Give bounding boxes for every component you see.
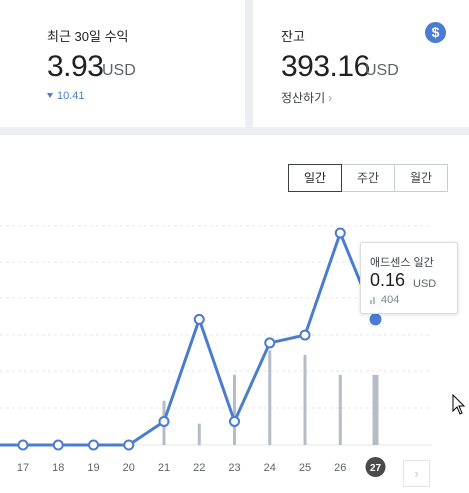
payout-link[interactable]: 정산하기 › [281, 89, 332, 106]
earnings-delta-value: 10.41 [57, 90, 85, 102]
tab-monthly[interactable]: 월간 [394, 164, 448, 192]
tooltip-title: 애드센스 일간 [370, 257, 434, 269]
down-arrow-icon [47, 93, 53, 98]
earnings-delta: 10.41 [47, 90, 85, 102]
dollar-icon: $ [425, 22, 446, 43]
earnings-amount: 3.93 [47, 50, 104, 83]
tab-weekly[interactable]: 주간 [341, 164, 395, 192]
balance-amount: 393.16 [281, 50, 370, 83]
next-page-button[interactable]: › [403, 460, 430, 487]
earnings-title: 최근 30일 수익 [47, 29, 129, 44]
tooltip-secondary: 404 [370, 294, 399, 306]
balance-card: 잔고 393.16 USD 정산하기 › [253, 0, 469, 127]
payout-link-label: 정산하기 [281, 91, 326, 105]
earnings-unit: USD [102, 62, 136, 79]
mouse-cursor-icon [452, 394, 466, 415]
balance-unit: USD [365, 62, 399, 79]
earnings-card: 최근 30일 수익 3.93 USD 10.41 [0, 0, 245, 127]
chart-tooltip: 애드센스 일간 0.16 USD 404 [360, 242, 458, 314]
tooltip-value: 0.16 [370, 270, 406, 290]
chevron-right-icon: › [328, 91, 333, 105]
balance-title: 잔고 [281, 29, 305, 44]
tooltip-unit: USD [413, 278, 437, 290]
tooltip-secondary-value: 404 [381, 294, 400, 306]
chevron-right-icon: › [414, 466, 419, 481]
tab-daily[interactable]: 일간 [288, 164, 342, 192]
bar-chart-icon [370, 297, 375, 304]
